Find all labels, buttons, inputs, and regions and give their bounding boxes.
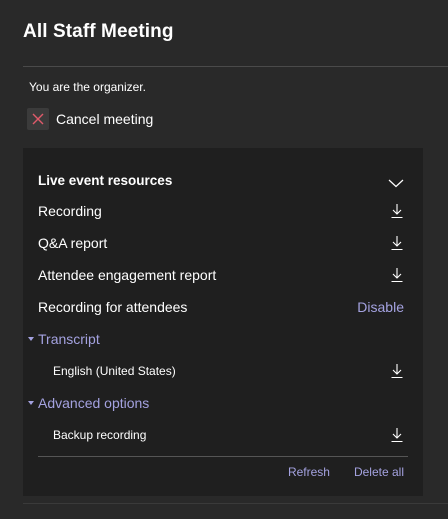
resource-label: Q&A report xyxy=(38,235,108,251)
transcript-row-english: English (United States) xyxy=(38,361,404,381)
resource-row-attendee-engagement: Attendee engagement report xyxy=(38,265,404,285)
transcript-label: English (United States) xyxy=(53,364,176,378)
caret-down-icon xyxy=(28,337,34,341)
advanced-options-label: Advanced options xyxy=(38,395,150,411)
page-title: All Staff Meeting xyxy=(23,21,174,42)
organizer-text: You are the organizer. xyxy=(29,80,146,94)
advanced-options-toggle[interactable]: Advanced options xyxy=(28,393,149,413)
transcript-section-label: Transcript xyxy=(38,331,100,347)
panel-footer: Refresh Delete all xyxy=(288,465,404,479)
delete-all-button[interactable]: Delete all xyxy=(354,465,404,479)
cancel-meeting-label: Cancel meeting xyxy=(56,111,154,127)
caret-down-icon xyxy=(28,401,34,405)
resource-label: Recording xyxy=(38,203,102,219)
chevron-down-icon[interactable] xyxy=(388,175,404,188)
panel-divider xyxy=(38,456,408,457)
disable-link[interactable]: Disable xyxy=(357,299,404,315)
resource-row-recording: Recording xyxy=(38,201,404,221)
resource-label: Attendee engagement report xyxy=(38,267,217,283)
meeting-details-page: All Staff Meeting You are the organizer.… xyxy=(0,0,448,519)
download-icon[interactable] xyxy=(390,363,404,379)
advanced-row-backup-recording: Backup recording xyxy=(38,425,404,445)
transcript-section-toggle[interactable]: Transcript xyxy=(28,329,100,349)
download-icon[interactable] xyxy=(390,267,404,283)
header-divider xyxy=(23,66,448,67)
bottom-divider xyxy=(23,503,448,504)
close-icon xyxy=(27,108,49,130)
refresh-button[interactable]: Refresh xyxy=(288,465,330,479)
resource-label: Recording for attendees xyxy=(38,299,188,315)
download-icon[interactable] xyxy=(390,235,404,251)
download-icon[interactable] xyxy=(390,427,404,443)
resource-row-qa-report: Q&A report xyxy=(38,233,404,253)
download-icon[interactable] xyxy=(390,203,404,219)
backup-recording-label: Backup recording xyxy=(53,428,147,442)
resource-row-recording-for-attendees: Recording for attendees Disable xyxy=(38,297,404,317)
resources-heading: Live event resources xyxy=(38,172,173,188)
live-event-resources-panel: Live event resources Recording Q&A repor… xyxy=(23,148,423,496)
cancel-meeting-button[interactable]: Cancel meeting xyxy=(27,107,153,131)
resources-header[interactable]: Live event resources xyxy=(38,170,404,190)
